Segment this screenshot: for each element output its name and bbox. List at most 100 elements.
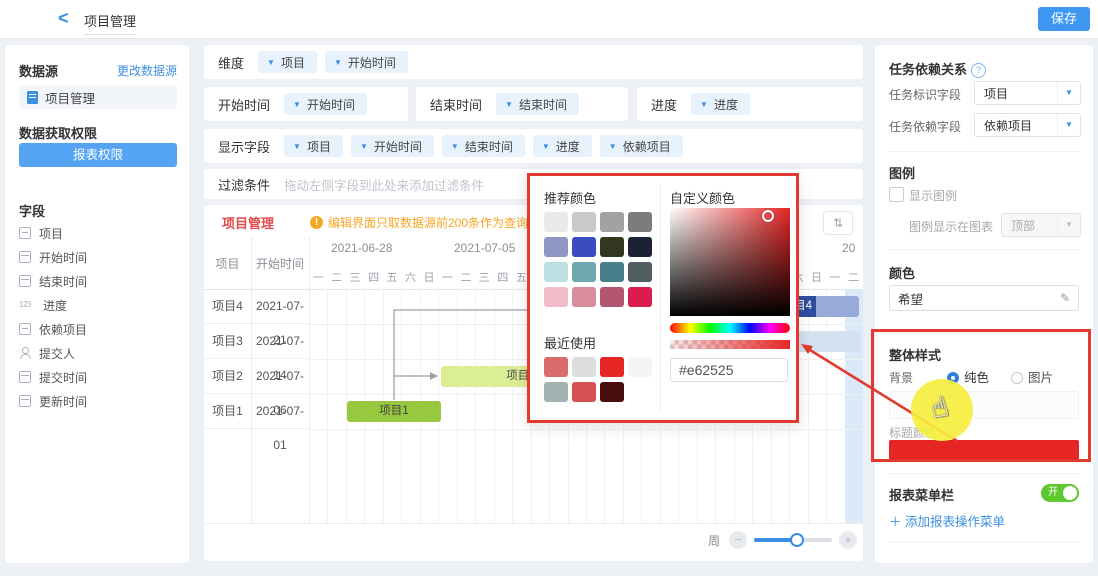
field-item[interactable]: 更新时间 — [19, 389, 179, 413]
color-swatch[interactable] — [572, 237, 596, 257]
day-of-week-label: 三 — [346, 269, 364, 285]
display-fields-label: 显示字段 — [218, 137, 270, 156]
color-swatch[interactable] — [544, 237, 568, 257]
field-item[interactable]: 结束时间 — [19, 269, 179, 293]
field-chip[interactable]: ▼开始时间 — [351, 135, 434, 157]
field-chip[interactable]: ▼依赖项目 — [600, 135, 683, 157]
alpha-slider[interactable] — [670, 340, 790, 349]
color-swatch[interactable] — [628, 357, 652, 377]
field-type-icon — [19, 275, 31, 287]
title-color-label: 标题颜色 — [889, 424, 937, 441]
color-swatch[interactable] — [544, 357, 568, 377]
table-row[interactable]: 项目2 2021-07-06 — [204, 359, 309, 394]
sort-icon[interactable]: ⇅ — [823, 211, 853, 235]
field-item[interactable]: 进度 — [19, 293, 179, 317]
day-of-week-label: 一 — [438, 269, 456, 285]
top-bar: < 项目管理 保存 — [0, 0, 1098, 39]
field-chip[interactable]: ▼结束时间 — [442, 135, 525, 157]
chevron-down-icon: ▼ — [542, 142, 550, 151]
zoom-out-button[interactable]: − — [729, 531, 747, 549]
show-legend-checkbox[interactable] — [889, 187, 904, 202]
zoom-slider[interactable] — [754, 538, 832, 542]
hue-slider[interactable] — [670, 323, 790, 333]
progress-chip[interactable]: ▼进度 — [691, 93, 750, 115]
day-of-week-label: 四 — [494, 269, 512, 285]
filter-dropzone[interactable]: 拖动左侧字段到此处来添加过滤条件 — [284, 175, 484, 194]
radio-unselected-icon[interactable] — [1011, 372, 1023, 384]
menu-section-title: 报表菜单栏 — [889, 485, 954, 504]
color-swatch[interactable] — [600, 262, 624, 282]
title-color-bar[interactable] — [889, 440, 1079, 460]
legend-position-select[interactable]: 顶部▼ — [1001, 213, 1081, 237]
back-icon[interactable]: < — [58, 8, 69, 29]
color-section-title: 颜色 — [889, 263, 915, 282]
task-id-field-select[interactable]: 项目▼ — [974, 81, 1081, 105]
color-swatch[interactable] — [544, 382, 568, 402]
color-swatch[interactable] — [600, 382, 624, 402]
background-color-field[interactable] — [889, 391, 1079, 419]
bg-image-option[interactable]: 图片 — [1011, 367, 1053, 386]
task-start-cell: 2021-07-01 — [251, 394, 309, 428]
color-swatch[interactable] — [572, 212, 596, 232]
menu-toggle[interactable]: 开 — [1041, 484, 1079, 502]
sv-selector-dot[interactable] — [762, 210, 774, 222]
day-of-week-label: 二 — [457, 269, 475, 285]
color-swatch[interactable] — [572, 287, 596, 307]
color-swatch[interactable] — [628, 237, 652, 257]
chevron-down-icon: ▼ — [360, 142, 368, 151]
color-swatch[interactable] — [628, 287, 652, 307]
column-header-project: 项目 — [204, 237, 251, 289]
color-swatch[interactable] — [544, 262, 568, 282]
color-swatch[interactable] — [628, 212, 652, 232]
table-row[interactable]: 项目4 2021-07-21 — [204, 289, 309, 324]
field-item[interactable]: 提交人 — [19, 341, 179, 365]
color-swatch[interactable] — [572, 262, 596, 282]
field-chip[interactable]: ▼进度 — [533, 135, 592, 157]
end-time-chip[interactable]: ▼结束时间 — [496, 93, 579, 115]
field-chip[interactable]: ▼项目 — [284, 135, 343, 157]
start-time-row: 开始时间 ▼开始时间 — [203, 86, 409, 122]
color-series-input[interactable]: 希望 ✎ — [889, 285, 1079, 311]
field-chip[interactable]: ▼项目 — [258, 51, 317, 73]
save-button[interactable]: 保存 — [1038, 7, 1090, 31]
field-type-icon — [19, 371, 31, 383]
color-swatch[interactable] — [600, 212, 624, 232]
field-item[interactable]: 提交时间 — [19, 365, 179, 389]
task-dep-field-select[interactable]: 依赖项目▼ — [974, 113, 1081, 137]
zoom-slider-handle[interactable] — [790, 533, 804, 547]
table-row[interactable]: 项目3 2021-07-14 — [204, 324, 309, 359]
radio-selected-icon[interactable] — [947, 372, 959, 384]
color-swatch[interactable] — [628, 262, 652, 282]
field-item[interactable]: 开始时间 — [19, 245, 179, 269]
color-swatch[interactable] — [544, 212, 568, 232]
datasource-item[interactable]: 项目管理 — [19, 85, 177, 109]
color-swatch[interactable] — [600, 237, 624, 257]
warning-icon: ! — [310, 216, 323, 229]
bg-solid-option[interactable]: 纯色 — [947, 367, 989, 386]
field-chip[interactable]: ▼开始时间 — [325, 51, 408, 73]
change-datasource-link[interactable]: 更改数据源 — [117, 62, 177, 79]
field-item[interactable]: 依赖项目 — [19, 317, 179, 341]
hex-color-input[interactable] — [670, 358, 788, 382]
custom-color-title: 自定义颜色 — [670, 188, 735, 207]
zoom-in-button[interactable]: + — [839, 531, 857, 549]
gantt-bar[interactable]: 项目1 — [347, 401, 441, 422]
divider — [889, 249, 1079, 250]
start-time-chip[interactable]: ▼开始时间 — [284, 93, 367, 115]
color-swatch[interactable] — [544, 287, 568, 307]
report-permission-button[interactable]: 报表权限 — [19, 143, 177, 167]
saturation-value-area[interactable] — [670, 208, 790, 316]
color-swatch[interactable] — [600, 357, 624, 377]
color-swatch[interactable] — [600, 287, 624, 307]
table-row[interactable]: 项目1 2021-07-01 — [204, 394, 309, 429]
legend-position-label: 图例显示在图表 — [909, 218, 993, 235]
field-item[interactable]: 项目 — [19, 221, 179, 245]
chevron-down-icon: ▼ — [1057, 114, 1080, 136]
edit-icon[interactable]: ✎ — [1060, 291, 1070, 305]
divider — [889, 473, 1079, 474]
color-swatch[interactable] — [572, 357, 596, 377]
help-icon[interactable]: ? — [971, 63, 986, 78]
add-menu-link[interactable]: ＋ 添加报表操作菜单 — [889, 511, 1005, 530]
progress-row: 进度 ▼进度 — [636, 86, 864, 122]
color-swatch[interactable] — [572, 382, 596, 402]
